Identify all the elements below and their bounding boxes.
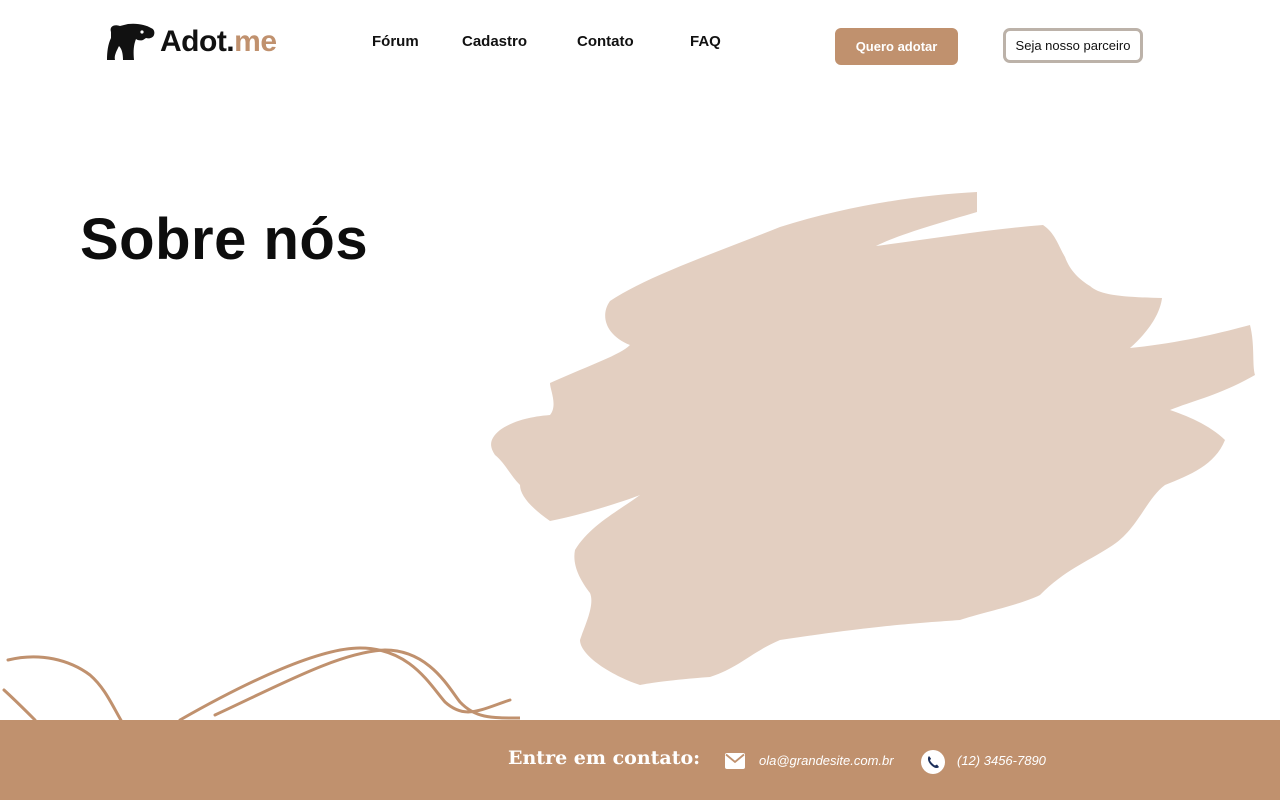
contact-email-link[interactable]: ola@grandesite.com.br (759, 753, 894, 768)
nav-item-faq[interactable]: FAQ (690, 33, 721, 50)
logo-link[interactable]: Adot.me (106, 22, 277, 62)
mail-icon (725, 753, 745, 769)
phone-icon (921, 750, 945, 774)
logo-text: Adot.me (160, 25, 277, 58)
contact-heading: Entre em contato: (508, 747, 701, 769)
contact-phone-link[interactable]: (12) 3456-7890 (957, 753, 1046, 768)
site-footer: Entre em contato: ola@grandesite.com.br … (0, 720, 1280, 800)
quero-adotar-button[interactable]: Quero adotar (835, 28, 958, 65)
nav-item-forum[interactable]: Fórum (372, 33, 419, 50)
page-title: Sobre nós (80, 207, 369, 272)
nav-item-cadastro[interactable]: Cadastro (462, 33, 527, 50)
site-header: Adot.me Fórum Cadastro Contato FAQ Quero… (0, 0, 1280, 90)
brush-stroke-decoration (491, 192, 1256, 685)
wave-lines-decoration (2, 646, 520, 724)
nav-item-contato[interactable]: Contato (577, 33, 634, 50)
dog-head-icon (107, 23, 155, 61)
seja-parceiro-button[interactable]: Seja nosso parceiro (1003, 28, 1143, 63)
